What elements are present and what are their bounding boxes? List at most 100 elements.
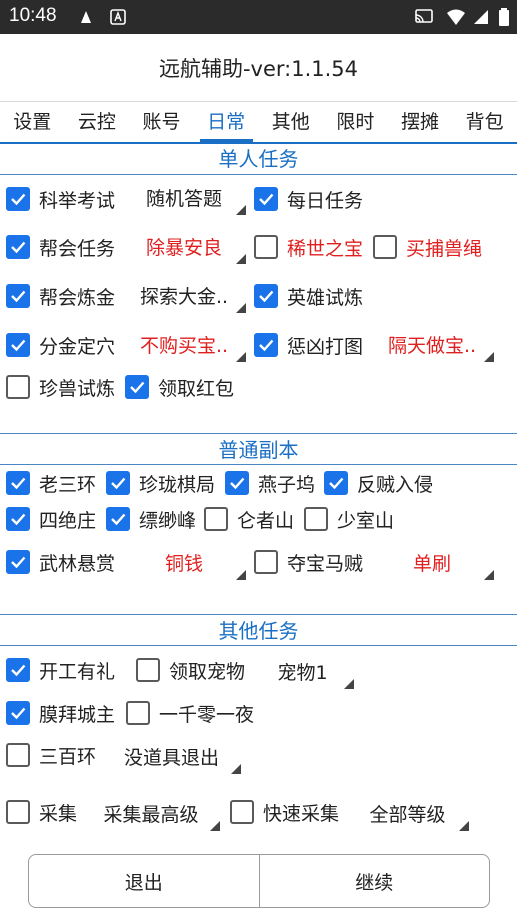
- checkbox[interactable]: [6, 507, 30, 531]
- checkbox[interactable]: [6, 471, 30, 495]
- checkbox-item-kuaisu[interactable]: 快速采集: [230, 792, 339, 832]
- checkbox-item-chengxiong[interactable]: 惩凶打图: [254, 325, 363, 365]
- checkbox-label: 缥缈峰: [139, 509, 197, 532]
- checkbox[interactable]: [106, 507, 130, 531]
- tab-limited[interactable]: 限时: [323, 102, 388, 142]
- dropdown-arrow-icon: [484, 352, 494, 362]
- checkbox-item-hongbao[interactable]: 领取红包: [125, 367, 234, 407]
- tab-account[interactable]: 账号: [129, 102, 194, 142]
- fenjin-option-spinner[interactable]: 不购买宝..: [120, 322, 248, 366]
- spinner-value: 不购买宝..: [139, 334, 229, 357]
- spinner-value: 铜钱: [164, 552, 203, 575]
- dropdown-arrow-icon: [231, 764, 241, 774]
- checkbox[interactable]: [126, 701, 150, 725]
- checkbox[interactable]: [6, 187, 30, 211]
- caiji-option-spinner[interactable]: 采集最高级: [80, 791, 222, 835]
- checkbox-item-xishi[interactable]: 稀世之宝: [254, 227, 363, 267]
- checkbox-label: 买捕兽绳: [406, 237, 483, 260]
- checkbox-item-chongwu[interactable]: 领取宠物: [136, 650, 245, 690]
- checkbox-label: 四绝庄: [39, 509, 97, 532]
- spinner-value: 全部等级: [369, 803, 446, 826]
- checkbox-item-sanbai[interactable]: 三百环: [6, 735, 96, 775]
- checkbox-item-yingxiong[interactable]: 英雄试炼: [254, 276, 363, 316]
- action-button-group: 退出 继续: [28, 854, 490, 908]
- checkbox[interactable]: [6, 333, 30, 357]
- spinner-value: 单刷: [412, 552, 451, 575]
- checkbox-label: 武林悬赏: [39, 552, 116, 575]
- tab-daily[interactable]: 日常: [194, 102, 259, 142]
- kuaisu-option-spinner[interactable]: 全部等级: [344, 791, 471, 835]
- checkbox[interactable]: [254, 550, 278, 574]
- tab-settings[interactable]: 设置: [0, 102, 65, 142]
- checkbox-item-sijue[interactable]: 四绝庄: [6, 499, 96, 539]
- checkbox-item-fanzei[interactable]: 反贼入侵: [324, 463, 433, 503]
- checkbox[interactable]: [6, 375, 30, 399]
- checkbox[interactable]: [106, 471, 130, 495]
- checkbox-item-keju[interactable]: 科举考试: [6, 179, 115, 219]
- checkbox[interactable]: [6, 743, 30, 767]
- dropdown-arrow-icon: [344, 679, 354, 689]
- exit-button[interactable]: 退出: [29, 855, 259, 907]
- tab-stall[interactable]: 摆摊: [388, 102, 453, 142]
- spinner-value: 采集最高级: [103, 803, 199, 826]
- checkbox-item-wulin[interactable]: 武林悬赏: [6, 542, 115, 582]
- checkbox[interactable]: [6, 235, 30, 259]
- tab-backpack[interactable]: 背包: [452, 102, 517, 142]
- checkbox[interactable]: [230, 800, 254, 824]
- checkbox[interactable]: [373, 235, 397, 259]
- checkbox[interactable]: [324, 471, 348, 495]
- checkbox-label: 分金定穴: [39, 335, 116, 358]
- checkbox[interactable]: [125, 375, 149, 399]
- dropdown-arrow-icon: [236, 254, 246, 264]
- checkbox-item-banghui[interactable]: 帮会任务: [6, 227, 115, 267]
- sanbai-option-spinner[interactable]: 没道具退出: [100, 734, 243, 778]
- keju-option-spinner[interactable]: 随机答题: [120, 175, 248, 219]
- lianjin-option-spinner[interactable]: 探索大金..: [120, 273, 248, 317]
- checkbox-item-lianjin[interactable]: 帮会炼金: [6, 276, 115, 316]
- checkbox[interactable]: [204, 507, 228, 531]
- checkbox-item-piaomiao[interactable]: 缥缈峰: [106, 499, 196, 539]
- checkbox-item-fenjin[interactable]: 分金定穴: [6, 325, 115, 365]
- status-time: 10:48: [9, 5, 57, 26]
- checkbox[interactable]: [254, 187, 278, 211]
- checkbox-item-duobao[interactable]: 夺宝马贼: [254, 542, 363, 582]
- checkbox-item-yanziwu[interactable]: 燕子坞: [225, 463, 315, 503]
- checkbox[interactable]: [6, 658, 30, 682]
- chongwu-option-spinner[interactable]: 宠物1: [249, 649, 356, 693]
- checkbox[interactable]: [225, 471, 249, 495]
- checkbox-item-linglong[interactable]: 珍珑棋局: [106, 463, 215, 503]
- chengxiong-option-spinner[interactable]: 隔天做宝..: [368, 322, 496, 366]
- checkbox[interactable]: [254, 284, 278, 308]
- duobao-option-spinner[interactable]: 单刷: [368, 540, 496, 584]
- checkbox-label: 科举考试: [39, 189, 116, 212]
- tab-cloud-control[interactable]: 云控: [65, 102, 130, 142]
- app-notification-icon: [76, 7, 96, 27]
- checkbox-item-zhenshou[interactable]: 珍兽试炼: [6, 367, 115, 407]
- checkbox-label: 一千零一夜: [159, 703, 255, 726]
- checkbox-item-caiji[interactable]: 采集: [6, 792, 77, 832]
- checkbox-item-mobai[interactable]: 膜拜城主: [6, 693, 115, 733]
- checkbox-item-lunzhe[interactable]: 仑者山: [204, 499, 294, 539]
- dropdown-arrow-icon: [236, 303, 246, 313]
- wulin-option-spinner[interactable]: 铜钱: [120, 540, 248, 584]
- checkbox[interactable]: [6, 284, 30, 308]
- tab-other[interactable]: 其他: [259, 102, 324, 142]
- checkbox[interactable]: [6, 800, 30, 824]
- checkbox-item-meiri[interactable]: 每日任务: [254, 179, 363, 219]
- checkbox-item-kaigong[interactable]: 开工有礼: [6, 650, 115, 690]
- checkbox-item-yiqian[interactable]: 一千零一夜: [126, 693, 254, 733]
- checkbox[interactable]: [6, 701, 30, 725]
- continue-button[interactable]: 继续: [258, 855, 490, 907]
- section-title-other: 其他任务: [218, 619, 299, 643]
- checkbox-item-maibu[interactable]: 买捕兽绳: [373, 227, 482, 267]
- status-bar: 10:48: [0, 0, 517, 34]
- banghui-option-spinner[interactable]: 除暴安良: [120, 224, 248, 268]
- checkbox-item-laosanhuan[interactable]: 老三环: [6, 463, 96, 503]
- checkbox[interactable]: [6, 550, 30, 574]
- bottom-action-bar: 退出 继续: [0, 838, 517, 921]
- checkbox[interactable]: [254, 235, 278, 259]
- checkbox[interactable]: [136, 658, 160, 682]
- checkbox[interactable]: [304, 507, 328, 531]
- checkbox-item-shaoshi[interactable]: 少室山: [304, 499, 394, 539]
- checkbox[interactable]: [254, 333, 278, 357]
